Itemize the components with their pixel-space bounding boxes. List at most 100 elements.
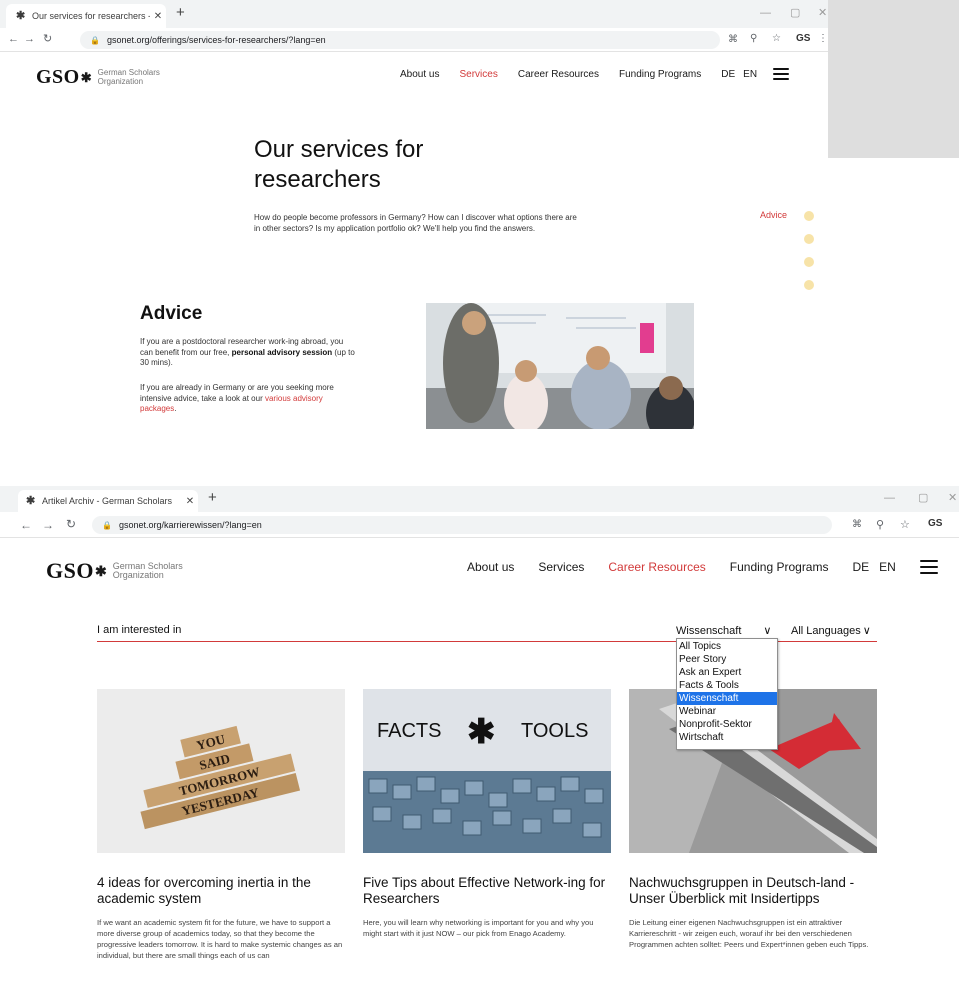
desktop-backdrop-right [828, 0, 959, 158]
main-nav: About us Services Career Resources Fundi… [467, 560, 959, 574]
new-tab-icon[interactable]: + [176, 4, 185, 21]
new-tab-icon[interactable]: + [208, 489, 217, 506]
back-arrow-icon[interactable]: ← [8, 33, 19, 45]
topic-dropdown-list: All Topics Peer Story Ask an Expert Fact… [676, 638, 778, 750]
maximize-icon[interactable]: ▢ [918, 491, 928, 504]
article-card[interactable]: YOU SAID TOMORROW YESTERDAY 4 ideas for … [97, 689, 345, 961]
article-title[interactable]: Five Tips about Effective Network-ing fo… [363, 875, 611, 907]
close-window-icon[interactable]: ✕ [948, 491, 957, 504]
close-tab-icon[interactable]: ✕ [182, 496, 198, 507]
gso-logo[interactable]: GSO ✱ German Scholars Organization [46, 558, 183, 584]
article-card[interactable]: FACTS TOOLS ✱ Five Tips about Effective … [363, 689, 611, 939]
nav-career-resources[interactable]: Career Resources [518, 69, 599, 80]
extension-gs-icon[interactable]: GS [796, 33, 810, 44]
lock-icon: 🔒 [90, 35, 100, 45]
topic-option[interactable]: Peer Story [677, 653, 777, 666]
zoom-search-icon[interactable]: ⚲ [876, 518, 884, 531]
browser-tab[interactable]: ✱ Artikel Archiv - German Scholars ✕ [18, 490, 198, 512]
hamburger-menu-icon[interactable] [919, 560, 938, 574]
forward-arrow-icon[interactable]: → [24, 33, 35, 45]
browser-menu-icon[interactable]: ⋮ [818, 33, 828, 44]
topic-option-selected[interactable]: Wissenschaft [677, 692, 777, 705]
section-nav-advice[interactable]: Advice [760, 210, 787, 220]
tab-title: Our services for researchers - Ge [32, 11, 150, 21]
minimize-icon[interactable]: — [760, 7, 771, 19]
url-text: gsonet.org/karrierewissen/?lang=en [118, 520, 262, 530]
url-text: gsonet.org/offerings/services-for-resear… [106, 35, 326, 45]
address-bar: ← → ↻ 🔒 gsonet.org/offerings/services-fo… [0, 28, 828, 52]
topic-option[interactable]: Webinar [677, 705, 777, 718]
advice-paragraph-2: If you are already in Germany or are you… [140, 383, 334, 413]
url-field[interactable]: 🔒 gsonet.org/karrierewissen/?lang=en [92, 516, 832, 534]
section-nav-dot[interactable] [804, 257, 814, 267]
topic-select[interactable]: Wissenschaft ∨ [676, 624, 771, 637]
logo-wordmark: GSO [46, 558, 94, 583]
bookmark-star-icon[interactable]: ☆ [772, 33, 781, 44]
lang-en[interactable]: EN [879, 560, 896, 574]
forward-arrow-icon[interactable]: → [42, 518, 54, 532]
url-field[interactable]: 🔒 gsonet.org/offerings/services-for-rese… [80, 31, 720, 49]
tab-strip: ✱ Our services for researchers - Ge ✕ + … [0, 0, 828, 28]
advisory-session-bold: personal advisory session [231, 347, 333, 357]
zoom-search-icon[interactable]: ⚲ [750, 33, 757, 44]
nav-funding-programs[interactable]: Funding Programs [730, 560, 829, 574]
close-tab-icon[interactable]: ✕ [150, 11, 166, 22]
advice-heading: Advice [140, 303, 203, 324]
nav-career-resources[interactable]: Career Resources [608, 560, 705, 574]
tab-title: Artikel Archiv - German Scholars [42, 496, 173, 506]
logo-subtitle: German Scholars Organization [97, 68, 160, 86]
article-title[interactable]: 4 ideas for overcoming inertia in the ac… [97, 875, 345, 907]
close-window-icon[interactable]: ✕ [818, 6, 827, 19]
intro-text: How do people become professors in Germa… [254, 213, 577, 233]
nav-funding-programs[interactable]: Funding Programs [619, 69, 701, 80]
extension-gs-icon[interactable]: GS [928, 518, 942, 529]
nav-services[interactable]: Services [459, 69, 497, 80]
section-nav-dot[interactable] [804, 280, 814, 290]
advice-photo [426, 303, 694, 429]
browser-window-articles: ✱ Artikel Archiv - German Scholars ✕ + —… [0, 486, 959, 985]
nav-about[interactable]: About us [467, 560, 514, 574]
page-title: Our services for researchers [254, 136, 424, 193]
address-bar: ← → ↻ 🔒 gsonet.org/karrierewissen/?lang=… [0, 512, 959, 538]
lock-icon: 🔒 [102, 520, 112, 530]
hamburger-menu-icon[interactable] [773, 68, 790, 80]
translate-icon[interactable]: ⌘ [852, 519, 862, 530]
gso-favicon-icon: ✱ [26, 495, 36, 507]
logo-wordmark: GSO [36, 66, 80, 88]
topic-option[interactable]: Wirtschaft [677, 731, 777, 744]
chevron-down-icon: ∨ [862, 625, 871, 637]
topic-option[interactable]: Ask an Expert [677, 666, 777, 679]
tab-strip: ✱ Artikel Archiv - German Scholars ✕ + —… [0, 486, 959, 512]
language-select[interactable]: All Languages ∨ [791, 624, 871, 637]
main-nav: About us Services Career Resources Fundi… [400, 68, 809, 80]
reload-icon[interactable]: ↻ [43, 32, 52, 45]
reload-icon[interactable]: ↻ [66, 517, 76, 531]
article-excerpt: Die Leitung einer eigenen Nachwuchsgrupp… [629, 918, 869, 949]
filter-label: I am interested in [97, 624, 182, 636]
nav-about[interactable]: About us [400, 69, 439, 80]
svg-text:TOOLS: TOOLS [521, 720, 588, 742]
minimize-icon[interactable]: — [884, 492, 895, 504]
article-image: YOU SAID TOMORROW YESTERDAY [97, 689, 345, 853]
browser-tab[interactable]: ✱ Our services for researchers - Ge ✕ [6, 4, 166, 28]
back-arrow-icon[interactable]: ← [20, 518, 32, 532]
advice-paragraph-1: If you are a postdoctoral researcher wor… [140, 337, 355, 367]
translate-icon[interactable]: ⌘ [728, 34, 738, 45]
topic-option[interactable]: Nonprofit-Sektor [677, 718, 777, 731]
lang-de[interactable]: DE [721, 69, 735, 80]
section-nav-dot[interactable] [804, 234, 814, 244]
lang-en[interactable]: EN [743, 69, 757, 80]
bookmark-star-icon[interactable]: ☆ [900, 518, 910, 531]
maximize-icon[interactable]: ▢ [790, 6, 800, 19]
section-nav-dot[interactable] [804, 211, 814, 221]
topic-option[interactable]: All Topics [677, 640, 777, 653]
article-title[interactable]: Nachwuchsgruppen in Deutsch-land - Unser… [629, 875, 877, 907]
logo-subtitle: German Scholars Organization [112, 560, 183, 580]
logo-asterisk-icon: ✱ [80, 69, 92, 85]
lang-de[interactable]: DE [852, 560, 869, 574]
gso-logo[interactable]: GSO ✱ German Scholars Organization [36, 66, 160, 89]
chevron-down-icon: ∨ [763, 625, 772, 637]
topic-option[interactable]: Facts & Tools [677, 679, 777, 692]
nav-services[interactable]: Services [538, 560, 584, 574]
gso-favicon-icon: ✱ [16, 10, 26, 22]
